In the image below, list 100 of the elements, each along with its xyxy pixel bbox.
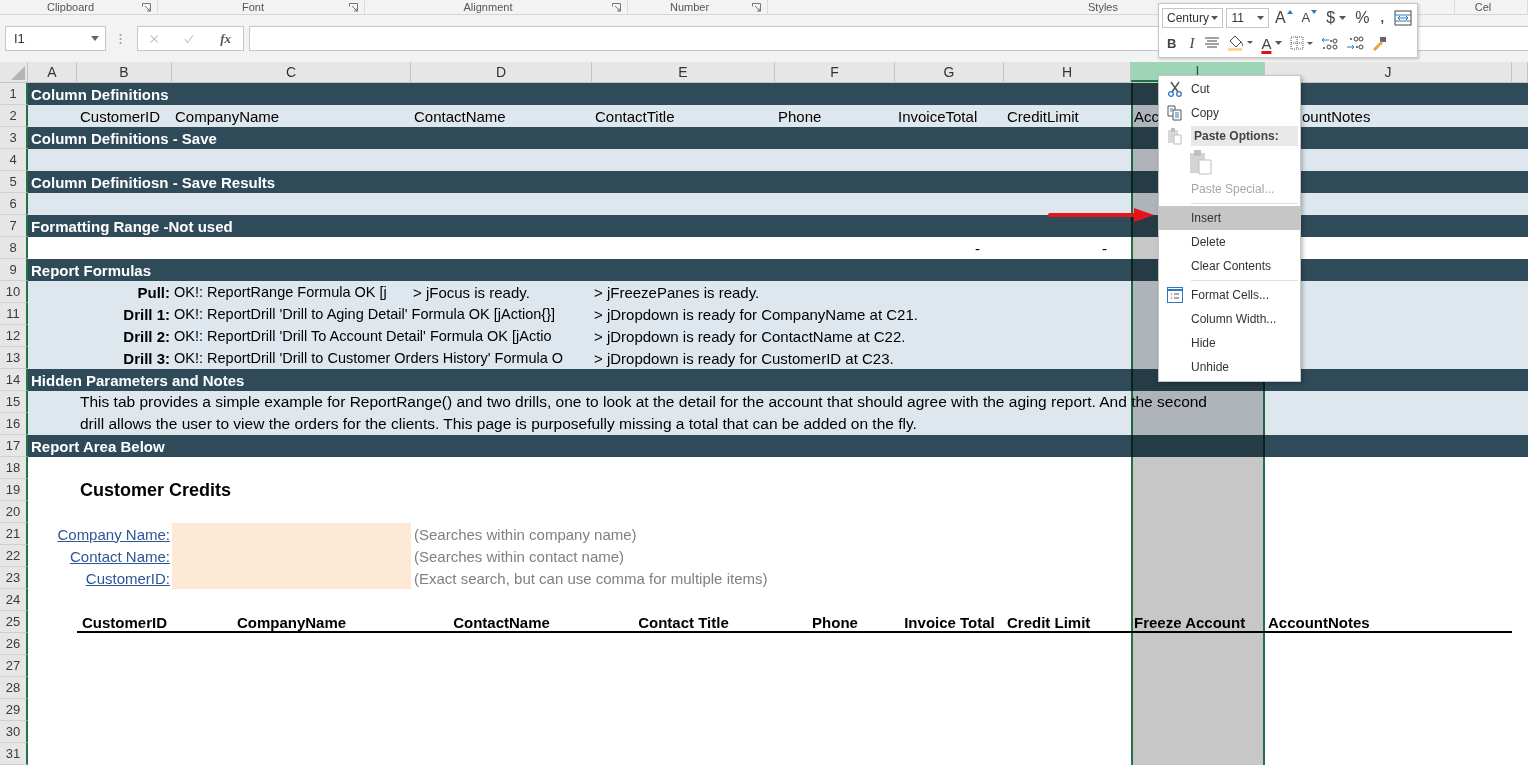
row-number[interactable]: 19 [0,479,28,501]
column-heading: Credit Limit [1006,613,1092,631]
menu-item[interactable]: Format Cells... [1159,283,1300,307]
row-number[interactable]: 4 [0,149,28,171]
increase-decimal-icon[interactable] [1321,35,1340,52]
row-number[interactable]: 13 [0,347,28,369]
filter-input-field[interactable] [172,523,411,545]
column-heading: AccountNotes [1267,613,1371,631]
section-heading: Formatting Range -Not used [30,217,233,235]
column-header[interactable]: E [592,62,775,82]
row-number[interactable]: 9 [0,259,28,281]
table-cell-text: - [974,239,981,257]
row-number[interactable]: 31 [0,743,28,765]
row-number[interactable]: 26 [0,633,28,655]
font-color-button[interactable]: A [1258,33,1286,54]
font-size-field[interactable]: 11 [1226,7,1269,28]
menu-item[interactable]: Delete [1159,230,1300,254]
currency-format-button[interactable]: $ [1323,7,1350,28]
column-header[interactable]: D [411,62,592,82]
table-cell: ContactTitle [595,107,675,125]
column-header[interactable]: F [775,62,895,82]
row-number[interactable]: 30 [0,721,28,743]
filter-link[interactable]: CustomerID: [85,569,172,587]
comma-style-button[interactable]: , [1375,7,1389,28]
row-number[interactable]: 21 [0,523,28,545]
row-number[interactable]: 12 [0,325,28,347]
column-header[interactable]: B [77,62,172,82]
fill-bucket-icon[interactable] [1227,34,1254,53]
dialog-launcher-icon[interactable] [752,3,761,12]
row-number[interactable]: 25 [0,611,28,633]
increase-font-size-button[interactable]: A [1271,7,1296,28]
clipboard-icon [1167,127,1183,145]
table-cell: Acc [1134,107,1159,125]
row-number[interactable]: 24 [0,589,28,611]
filter-link[interactable]: Contact Name: [69,547,172,565]
dropdown-caret-icon [91,36,99,41]
scissors-icon [1167,81,1183,97]
row-number[interactable]: 5 [0,171,28,193]
column-header[interactable]: A [28,62,77,82]
percent-style-button[interactable]: % [1352,7,1373,28]
insert-function-button[interactable]: fx [220,30,231,47]
row-number[interactable]: 1 [0,83,28,105]
column-heading: CompanyName [235,613,348,631]
copy-icon [1167,105,1183,121]
row-number[interactable]: 11 [0,303,28,325]
menu-item[interactable]: Column Width... [1159,307,1300,331]
column-heading: ContactName [452,613,551,631]
ribbon-group-label: Styles [1088,1,1118,13]
section-heading: Column Definitiosn - Save Results [30,173,276,191]
table-format-icon[interactable] [1394,9,1412,26]
bold-button[interactable]: B [1162,33,1182,54]
decrease-decimal-icon[interactable] [1346,35,1365,52]
menu-item[interactable]: Copy [1159,101,1300,125]
row-number[interactable]: 10 [0,281,28,303]
filter-link[interactable]: Company Name: [57,525,172,543]
row-number[interactable]: 16 [0,413,28,435]
row-number[interactable]: 7 [0,215,28,237]
borders-icon[interactable] [1290,36,1315,51]
decrease-font-size-button[interactable]: A [1298,7,1321,28]
table-cell: InvoiceTotal [898,107,978,125]
row-number[interactable]: 18 [0,457,28,479]
column-header[interactable]: C [172,62,411,82]
row-number[interactable]: 2 [0,105,28,127]
menu-item[interactable]: Insert [1159,206,1300,230]
row-number[interactable]: 20 [0,501,28,523]
row-number[interactable]: 8 [0,237,28,259]
section-heading: Hidden Parameters and Notes [30,371,245,389]
column-heading: Invoice Total [903,613,996,631]
name-box[interactable]: I1 [5,26,106,51]
dialog-launcher-icon[interactable] [349,3,358,12]
row-number[interactable]: 6 [0,193,28,215]
ribbon-group-label: Cel [1474,1,1492,13]
row-number[interactable]: 23 [0,567,28,589]
dropdown-caret-icon [1275,41,1283,46]
column-header[interactable]: G [895,62,1004,82]
font-name-field[interactable]: Century [1162,7,1224,28]
row-number[interactable]: 28 [0,677,28,699]
row-number[interactable]: 3 [0,127,28,149]
ribbon-group-label: Number [669,1,710,13]
row-number[interactable]: 14 [0,369,28,391]
row-number[interactable]: 22 [0,545,28,567]
menu-item[interactable]: Hide [1159,331,1300,355]
table-cell: Phone [778,107,822,125]
formula-status: OK!: ReportDrill 'Drill To Account Detail' Formula OK [jActio [174,328,552,344]
row-number[interactable]: 27 [0,655,28,677]
report-title: Customer Credits [79,479,233,501]
menu-item[interactable]: Unhide [1159,355,1300,379]
formula-label: Drill 2: [122,327,171,345]
formula-message: > jDropdown is ready for CustomerID at C23. [594,349,894,367]
column-heading: Phone [811,613,859,631]
row-number[interactable]: 17 [0,435,28,457]
italic-button[interactable]: I [1184,33,1200,54]
filter-input-field[interactable] [172,567,411,589]
column-heading: Contact Title [637,613,730,631]
row-number[interactable]: 29 [0,699,28,721]
menu-item[interactable]: Clear Contents [1159,254,1300,278]
dialog-launcher-icon[interactable] [142,3,151,12]
row-number[interactable]: 15 [0,391,28,413]
dialog-launcher-icon[interactable] [612,3,621,12]
align-center-icon[interactable] [1204,37,1221,50]
